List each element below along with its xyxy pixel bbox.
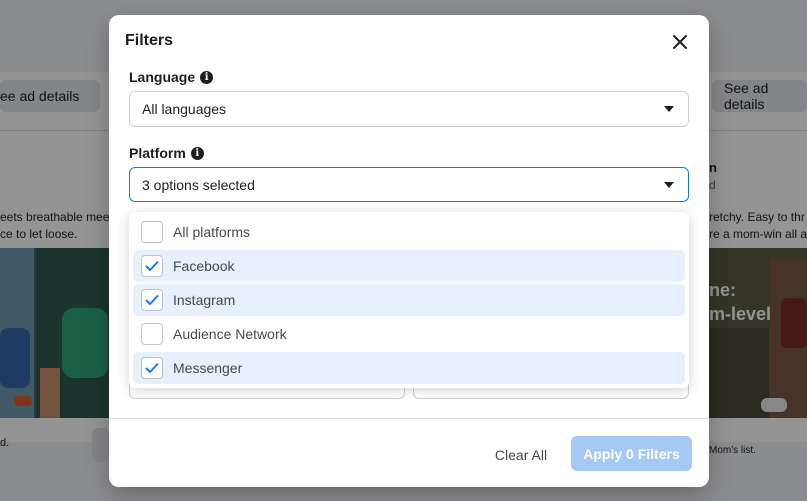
option-label: Instagram bbox=[173, 292, 236, 308]
language-select-value: All languages bbox=[142, 101, 227, 117]
platform-select-value: 3 options selected bbox=[142, 176, 255, 193]
platform-label: Platform bbox=[129, 145, 186, 161]
language-select[interactable]: All languages bbox=[129, 91, 689, 127]
close-icon bbox=[673, 35, 687, 49]
close-button[interactable] bbox=[669, 31, 691, 53]
platform-option-messenger[interactable]: Messenger bbox=[133, 352, 685, 384]
platform-label-row: Platform i bbox=[129, 145, 204, 161]
apply-filters-button[interactable]: Apply 0 Filters bbox=[571, 436, 692, 471]
caret-down-icon bbox=[664, 106, 674, 112]
option-label: Facebook bbox=[173, 258, 235, 274]
checkmark-icon bbox=[145, 294, 159, 306]
option-label: Messenger bbox=[173, 360, 243, 376]
info-icon[interactable]: i bbox=[190, 146, 204, 160]
clear-all-button[interactable]: Clear All bbox=[483, 438, 559, 472]
platform-option-instagram[interactable]: Instagram bbox=[133, 284, 685, 316]
option-label: Audience Network bbox=[173, 326, 287, 342]
dialog-title: Filters bbox=[125, 32, 174, 49]
platform-option-audience-network[interactable]: Audience Network bbox=[133, 318, 685, 350]
filters-dialog: Filters Language i All languages Platfor… bbox=[109, 15, 709, 487]
checkbox[interactable] bbox=[141, 357, 163, 379]
platform-option-facebook[interactable]: Facebook bbox=[133, 250, 685, 282]
info-icon[interactable]: i bbox=[200, 70, 214, 84]
checkbox[interactable] bbox=[141, 289, 163, 311]
checkbox[interactable] bbox=[141, 221, 163, 243]
platform-option-all-platforms[interactable]: All platforms bbox=[133, 216, 685, 248]
language-label-row: Language i bbox=[129, 69, 214, 85]
checkbox[interactable] bbox=[141, 255, 163, 277]
checkmark-icon bbox=[145, 362, 159, 374]
platform-select[interactable]: 3 options selected bbox=[129, 167, 689, 202]
language-label: Language bbox=[129, 69, 196, 85]
caret-down-icon bbox=[664, 182, 674, 188]
option-label: All platforms bbox=[173, 224, 251, 240]
platform-dropdown: All platforms Facebook Instagram Audienc… bbox=[129, 212, 689, 388]
footer-divider bbox=[109, 418, 709, 419]
checkmark-icon bbox=[145, 260, 159, 272]
checkbox[interactable] bbox=[141, 323, 163, 345]
